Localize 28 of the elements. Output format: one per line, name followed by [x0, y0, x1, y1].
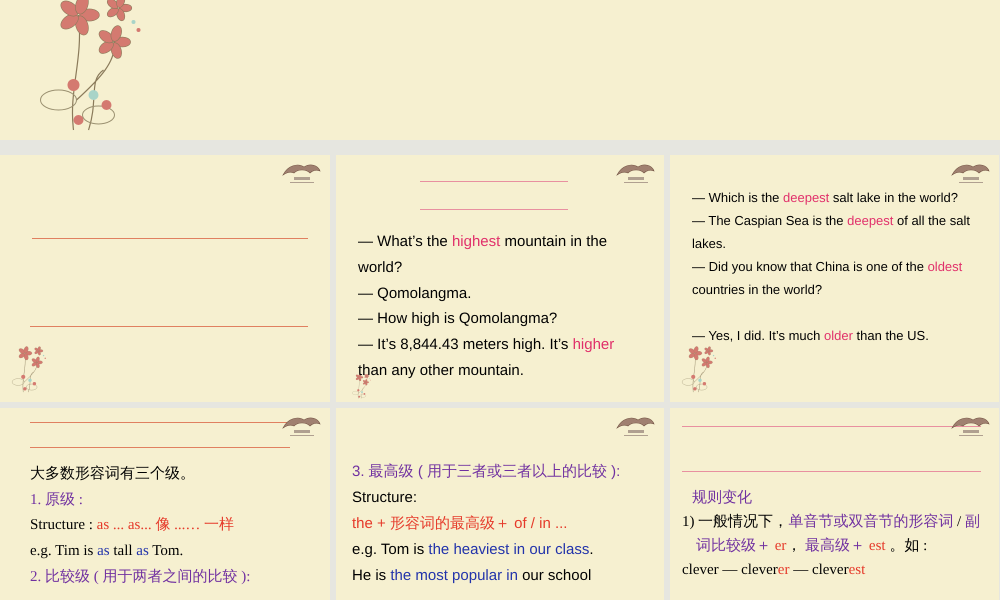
- slide-text: 规则变化: [691, 488, 753, 508]
- slide-text: — Yes, I did. It’s much older than the US.: [692, 327, 930, 345]
- slide-text: 大多数形容词有三个级。: [30, 464, 196, 484]
- slide-text: — Which is the deepest salt lake in the world?: [692, 189, 959, 207]
- slide-text: — Qomolangma.: [358, 284, 472, 304]
- slide-thumbnail[interactable]: 3. 最高级 ( 用于三者或三者以上的比较 ): Structure: the + 形容词的最高级＋ of / in ... e.g. Tom is the heaviest in our class. He is the most popular in our school: [336, 408, 664, 600]
- slide-text: e.g. Tim is as tall as Tom.: [30, 542, 184, 562]
- slide-thumbnail[interactable]: — What’s the highest mountain in the world? — Qomolangma. — How high is Qomolangma? — It’s 8,844.43 meters high. It’s higher than any other mountain.: [336, 155, 664, 402]
- slide-text: 3. 最高级 ( 用于三者或三者以上的比较 ):: [352, 462, 622, 482]
- slide-thumbnail[interactable]: [670, 155, 999, 402]
- slide-text: Structure : as ... as... 像 ...… 一样: [30, 516, 236, 536]
- slide-text: clever — cleverer — cleverest: [682, 561, 866, 580]
- slide-text: 1) 一般情况下，单音节或双音节的形容词 / 副词比较级＋ er， 最高级＋ est 。如 :: [682, 512, 981, 556]
- slide-text: — Did you know that China is one of the oldest countries in the world?: [692, 258, 964, 299]
- slide-text: e.g. Tom is the heaviest in our class.: [352, 540, 595, 560]
- slide-text: — It’s 8,844.43 meters high. It’s higher than any other mountain.: [358, 335, 616, 381]
- slide-thumbnail[interactable]: 大多数形容词有三个级。 1. 原级 : Structure : as ... as... 像 ...… 一样 e.g. Tim is as tall as Tom. 2. 比较级 ( 用于两者之间的比较 ):: [0, 408, 330, 600]
- slide-text: 2. 比较级 ( 用于两者之间的比较 ):: [30, 567, 252, 587]
- slide-text: Structure:: [352, 488, 418, 508]
- slide-text: He is the most popular in our school: [352, 566, 592, 586]
- slide-thumbnail[interactable]: 规则变化 1) 一般情况下，单音节或双音节的形容词 / 副词比较级＋ er， 最高级＋ est 。如 : clever — cleverer — cleverest: [670, 408, 999, 600]
- slide-text: — How high is Qomolangma?: [358, 309, 558, 330]
- slide-thumbnail[interactable]: [0, 155, 330, 402]
- slide-thumbnail[interactable]: [0, 0, 1000, 140]
- slide-text: — The Caspian Sea is the deepest of all the salt lakes.: [692, 212, 971, 253]
- slide-text: the + 形容词的最高级＋ of / in ...: [352, 514, 568, 534]
- slide-text: 1. 原级 :: [30, 490, 84, 510]
- slide-text: — What’s the highest mountain in the world?: [358, 232, 608, 278]
